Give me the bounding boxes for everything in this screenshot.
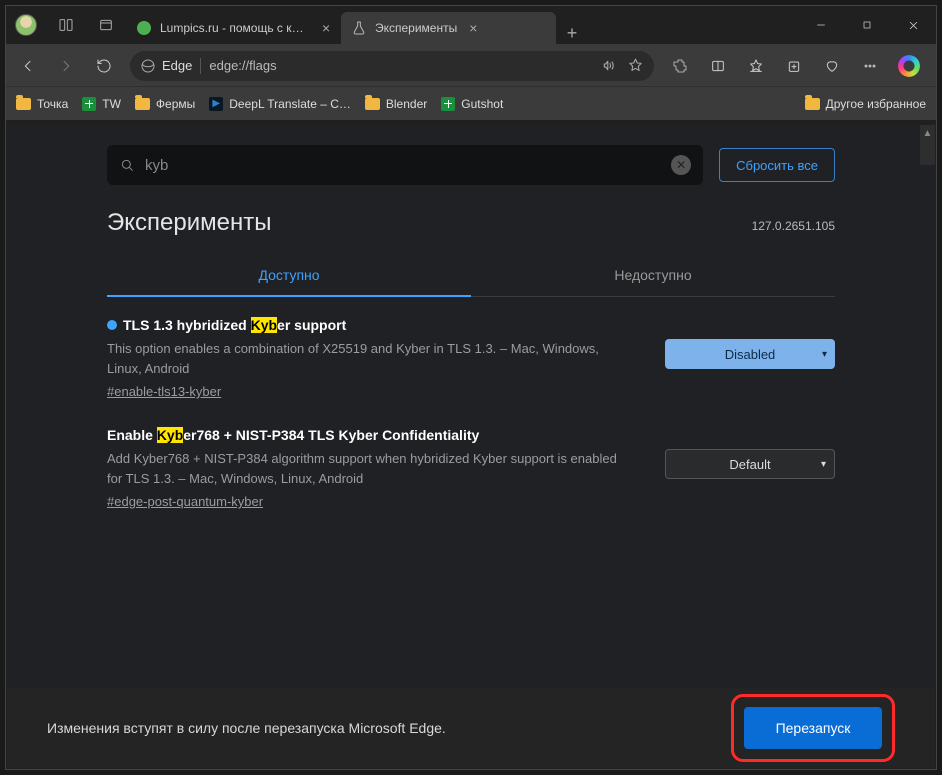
browser-label: Edge bbox=[162, 58, 192, 73]
select-value: Default bbox=[729, 457, 770, 472]
highlight-box: Перезапуск bbox=[731, 694, 895, 762]
restart-footer: Изменения вступят в силу после перезапус… bbox=[7, 688, 935, 768]
footer-message: Изменения вступят в силу после перезапус… bbox=[47, 720, 731, 736]
flag-anchor[interactable]: #enable-tls13-kyber bbox=[107, 384, 221, 399]
sheet-icon bbox=[82, 97, 96, 111]
tab-actions-icon[interactable] bbox=[86, 6, 126, 44]
tab-available[interactable]: Доступно bbox=[107, 255, 471, 297]
other-bookmarks[interactable]: Другое избранное bbox=[805, 97, 926, 111]
favorite-icon[interactable] bbox=[627, 57, 644, 74]
bookmark-label: DeepL Translate – C… bbox=[229, 97, 351, 111]
flask-icon bbox=[351, 20, 367, 36]
browser-tab[interactable]: Эксперименты × bbox=[341, 12, 556, 44]
flag-select[interactable]: Disabled ▾ bbox=[665, 339, 835, 369]
bookmark-label: Blender bbox=[386, 97, 427, 111]
tab-label: Lumpics.ru - помощь с компью bbox=[160, 21, 310, 35]
titlebar: Lumpics.ru - помощь с компью × Экспериме… bbox=[6, 6, 936, 44]
favicon-icon bbox=[136, 20, 152, 36]
tab-unavailable[interactable]: Недоступно bbox=[471, 255, 835, 296]
tab-label: Эксперименты bbox=[375, 21, 457, 35]
maximize-button[interactable] bbox=[844, 6, 890, 44]
browser-tab[interactable]: Lumpics.ru - помощь с компью × bbox=[126, 12, 341, 44]
flag-description: Add Kyber768 + NIST-P384 algorithm suppo… bbox=[107, 449, 635, 488]
page-content: kyb ✕ Сбросить все Эксперименты 127.0.26… bbox=[7, 125, 935, 768]
bookmark-item[interactable]: TW bbox=[82, 97, 121, 111]
refresh-button[interactable] bbox=[86, 48, 122, 84]
search-input[interactable]: kyb ✕ bbox=[107, 145, 703, 185]
flag-select[interactable]: Default ▾ bbox=[665, 449, 835, 479]
flag-row: TLS 1.3 hybridized Kyber support This op… bbox=[107, 317, 835, 399]
reset-all-button[interactable]: Сбросить все bbox=[719, 148, 835, 182]
profile-button[interactable] bbox=[6, 6, 46, 44]
sheet-icon bbox=[441, 97, 455, 111]
folder-icon bbox=[365, 98, 380, 110]
workspaces-icon[interactable] bbox=[46, 6, 86, 44]
folder-icon bbox=[135, 98, 150, 110]
close-icon[interactable]: × bbox=[322, 20, 330, 36]
read-aloud-icon[interactable] bbox=[600, 57, 617, 74]
scroll-up-icon: ▲ bbox=[923, 128, 933, 139]
flag-title: Enable Kyber768 + NIST-P384 TLS Kyber Co… bbox=[107, 427, 635, 443]
flag-title: TLS 1.3 hybridized Kyber support bbox=[107, 317, 635, 333]
reset-label: Сбросить все bbox=[736, 158, 818, 173]
close-window-button[interactable] bbox=[890, 6, 936, 44]
collections-icon[interactable] bbox=[776, 48, 812, 84]
scrollbar[interactable]: ▲ bbox=[920, 125, 935, 165]
bookmark-item[interactable]: Точка bbox=[16, 97, 68, 111]
bookmark-label: Другое избранное bbox=[826, 97, 926, 111]
bookmarks-bar: Точка TW Фермы ▶ DeepL Translate – C… Ble… bbox=[6, 86, 936, 120]
version-text: 127.0.2651.105 bbox=[752, 219, 835, 233]
minimize-button[interactable] bbox=[798, 6, 844, 44]
bookmark-item[interactable]: ▶ DeepL Translate – C… bbox=[209, 97, 351, 111]
back-button[interactable] bbox=[10, 48, 46, 84]
restart-button[interactable]: Перезапуск bbox=[744, 707, 882, 749]
flag-description: This option enables a combination of X25… bbox=[107, 339, 635, 378]
restart-label: Перезапуск bbox=[776, 720, 851, 736]
address-bar[interactable]: Edge edge://flags bbox=[130, 51, 654, 81]
bookmark-label: Фермы bbox=[156, 97, 195, 111]
avatar bbox=[15, 14, 37, 36]
toolbar: Edge edge://flags bbox=[6, 44, 936, 86]
copilot-icon bbox=[898, 55, 920, 77]
extensions-icon[interactable] bbox=[662, 48, 698, 84]
folder-icon bbox=[805, 98, 820, 110]
menu-button[interactable] bbox=[852, 48, 888, 84]
bookmark-label: Gutshot bbox=[461, 97, 503, 111]
copilot-button[interactable] bbox=[890, 47, 928, 85]
site-identity[interactable]: Edge bbox=[140, 58, 192, 74]
browser-essentials-icon[interactable] bbox=[814, 48, 850, 84]
split-screen-icon[interactable] bbox=[700, 48, 736, 84]
flag-row: Enable Kyber768 + NIST-P384 TLS Kyber Co… bbox=[107, 427, 835, 509]
deepl-icon: ▶ bbox=[209, 97, 223, 111]
bookmark-label: TW bbox=[102, 97, 121, 111]
page-title: Эксперименты bbox=[107, 209, 271, 237]
chevron-down-icon: ▾ bbox=[821, 459, 826, 470]
url-text: edge://flags bbox=[209, 58, 592, 73]
flag-anchor[interactable]: #edge-post-quantum-kyber bbox=[107, 494, 263, 509]
favorites-icon[interactable] bbox=[738, 48, 774, 84]
new-tab-button[interactable]: + bbox=[556, 23, 588, 44]
select-value: Disabled bbox=[725, 347, 776, 362]
category-tabs: Доступно Недоступно bbox=[107, 255, 835, 297]
chevron-down-icon: ▾ bbox=[822, 349, 827, 360]
bookmark-item[interactable]: Фермы bbox=[135, 97, 195, 111]
close-icon[interactable]: × bbox=[469, 20, 477, 36]
bookmark-item[interactable]: Gutshot bbox=[441, 97, 503, 111]
bookmark-label: Точка bbox=[37, 97, 68, 111]
search-icon bbox=[119, 157, 135, 173]
folder-icon bbox=[16, 98, 31, 110]
modified-dot-icon bbox=[107, 320, 117, 330]
bookmark-item[interactable]: Blender bbox=[365, 97, 427, 111]
search-value: kyb bbox=[145, 157, 661, 174]
clear-search-icon[interactable]: ✕ bbox=[671, 155, 691, 175]
forward-button[interactable] bbox=[48, 48, 84, 84]
